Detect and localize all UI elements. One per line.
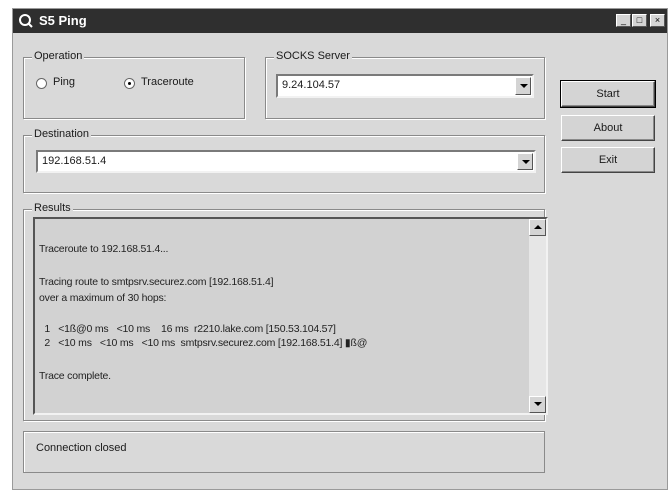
destination-group: Destination 192.168.51.4 (23, 128, 545, 193)
maximize-button[interactable]: □ (632, 14, 647, 27)
title-bar[interactable]: S5 Ping _ □ × (13, 9, 667, 33)
destination-combo[interactable]: 192.168.51.4 (36, 150, 536, 173)
operation-legend: Operation (32, 50, 85, 62)
about-button[interactable]: About (561, 115, 655, 141)
operation-group: Operation Ping Traceroute (23, 50, 245, 119)
results-line: 2 <10 ms <10 ms <10 ms smtpsrv.securez.c… (39, 337, 368, 349)
socks-server-combo[interactable]: 9.24.104.57 (276, 74, 534, 98)
window-title: S5 Ping (39, 13, 87, 28)
results-line: over a maximum of 30 hops: (39, 292, 167, 304)
socks-server-legend: SOCKS Server (274, 50, 352, 62)
results-scrollbar[interactable] (529, 219, 546, 413)
results-legend: Results (32, 202, 73, 214)
traceroute-label[interactable]: Traceroute (141, 76, 194, 88)
results-line: Tracing route to smtpsrv.securez.com [19… (39, 276, 274, 288)
traceroute-radio[interactable] (124, 78, 135, 89)
scroll-up-icon[interactable] (529, 219, 546, 236)
results-line: Trace complete. (39, 370, 111, 382)
destination-legend: Destination (32, 128, 92, 140)
chevron-down-icon[interactable] (517, 153, 533, 170)
close-button[interactable]: × (650, 14, 665, 27)
results-line: 1 <1ß@0 ms <10 ms 16 ms r2210.lake.com [… (39, 323, 336, 335)
results-line: Traceroute to 192.168.51.4... (39, 243, 169, 255)
exit-button[interactable]: Exit (561, 147, 655, 173)
socks-server-value: 9.24.104.57 (282, 79, 341, 91)
app-icon (19, 14, 33, 28)
minimize-button[interactable]: _ (616, 14, 631, 27)
ping-label[interactable]: Ping (53, 76, 75, 88)
destination-value: 192.168.51.4 (42, 155, 107, 167)
app-window: S5 Ping _ □ × Operation Ping Traceroute … (12, 8, 668, 490)
start-button[interactable]: Start (560, 80, 656, 108)
status-bar: Connection closed (23, 431, 545, 473)
chevron-down-icon[interactable] (515, 77, 531, 95)
results-output[interactable]: Traceroute to 192.168.51.4... Tracing ro… (33, 217, 548, 415)
socks-server-group: SOCKS Server 9.24.104.57 (265, 50, 545, 119)
ping-radio[interactable] (36, 78, 47, 89)
status-text: Connection closed (36, 442, 127, 454)
scroll-down-icon[interactable] (529, 396, 546, 413)
